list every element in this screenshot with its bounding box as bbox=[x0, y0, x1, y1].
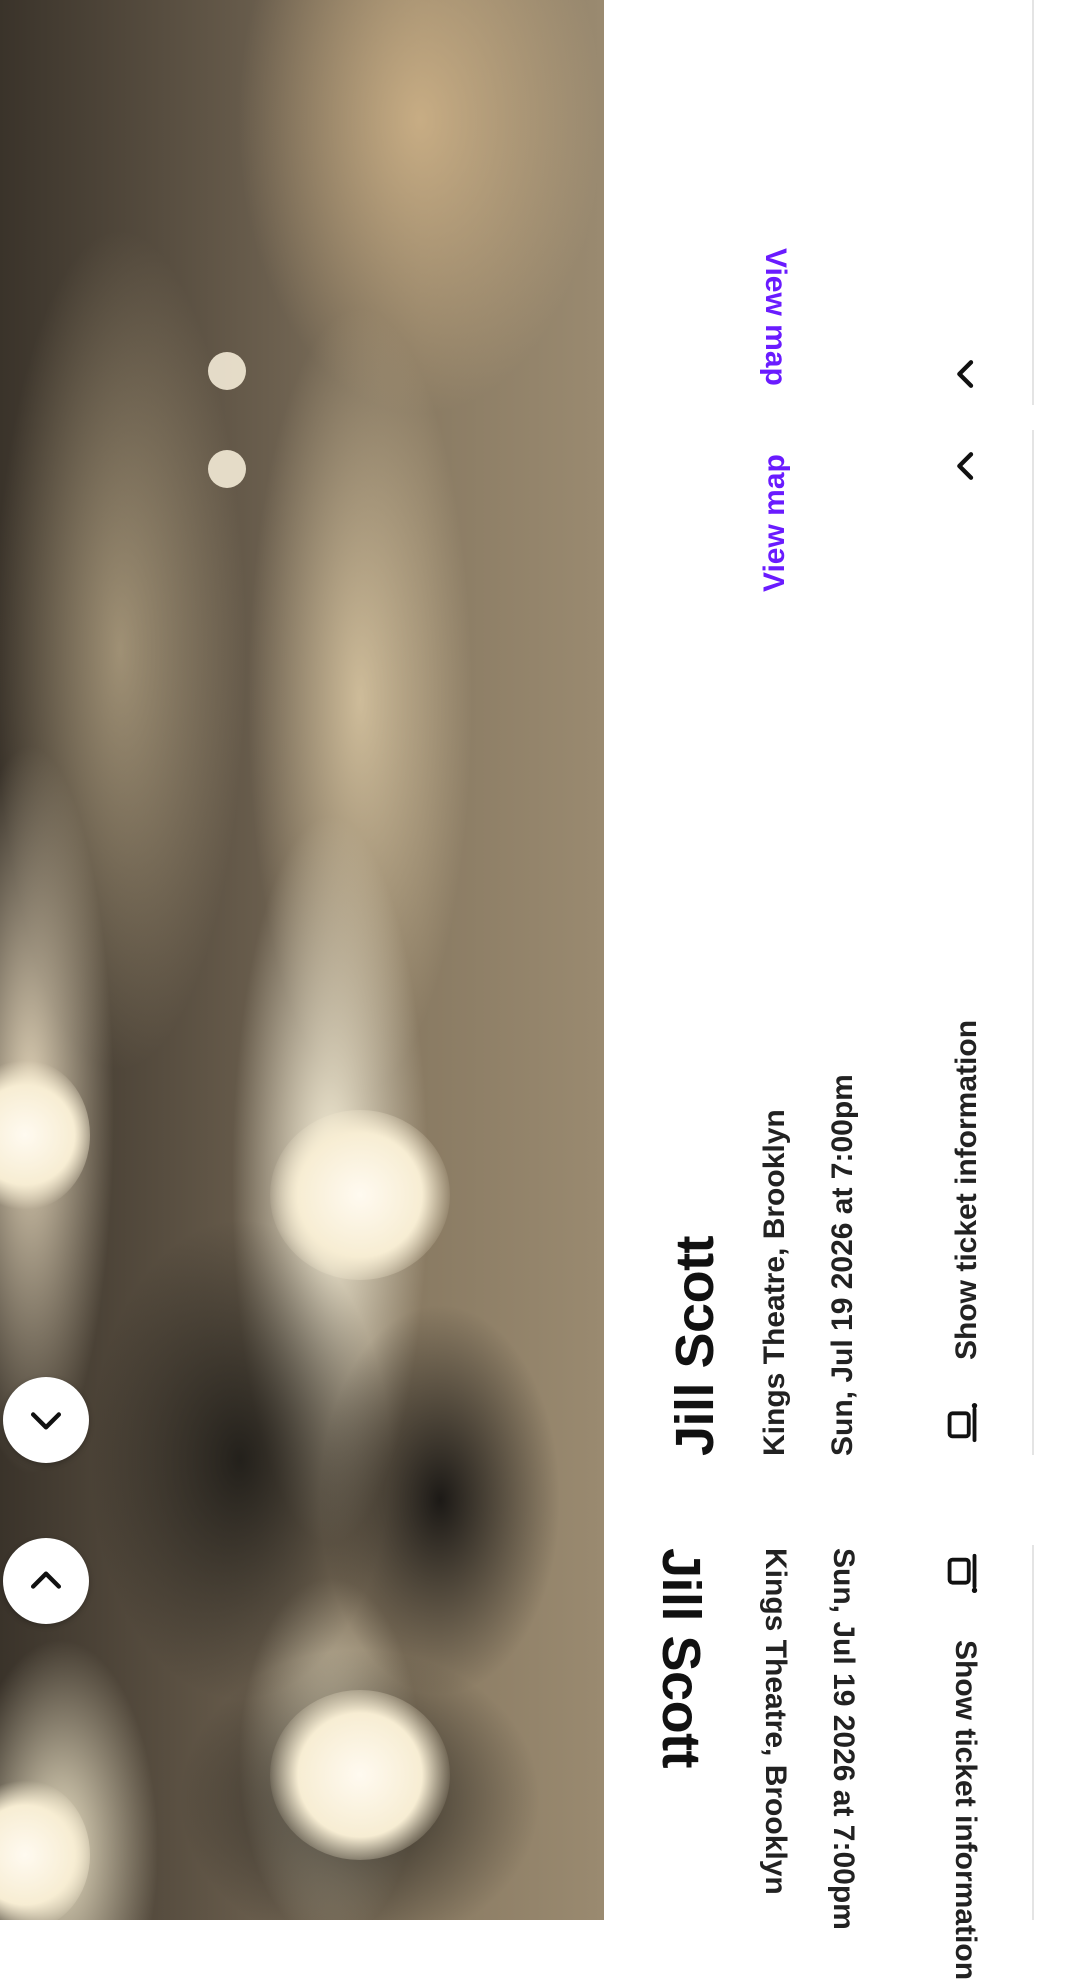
stage-light bbox=[0, 1780, 90, 1920]
chevron-up-icon bbox=[30, 1571, 62, 1589]
event-title: Jill Scott bbox=[665, 1235, 725, 1456]
chevron-down-icon bbox=[30, 1412, 62, 1430]
scroll-up-button[interactable] bbox=[3, 1538, 89, 1624]
view-map-link[interactable]: View map bbox=[758, 454, 792, 592]
ticket-icon bbox=[947, 1402, 978, 1443]
mirror-event-venue: Kings Theatre, Brooklyn bbox=[759, 1548, 792, 1895]
scroll-down-button[interactable] bbox=[3, 1377, 89, 1463]
mirror-show-ticket-info-button[interactable]: Show ticket information bbox=[948, 1640, 982, 1980]
event-photo bbox=[0, 0, 604, 1920]
light-dot bbox=[208, 450, 246, 488]
event-datetime: Sun, Jul 19 2026 at 7:00pm bbox=[826, 1074, 859, 1456]
stage-light bbox=[270, 1690, 450, 1860]
mirror-divider-bottom bbox=[1032, 1545, 1034, 1920]
chevron-left-icon[interactable] bbox=[946, 446, 986, 486]
mirror-event-datetime: Sun, Jul 19 2026 at 7:00pm bbox=[827, 1548, 860, 1930]
mirror-divider bbox=[1032, 0, 1034, 405]
mirror-ticket-icon bbox=[947, 1553, 978, 1594]
mirror-event-title: Jill Scott bbox=[651, 1548, 711, 1769]
light-dot bbox=[208, 352, 246, 390]
show-ticket-info-button[interactable]: Show ticket information bbox=[950, 1020, 984, 1360]
mirror-chevron-left-icon[interactable] bbox=[946, 354, 986, 394]
stage-light bbox=[0, 1060, 90, 1210]
stage-light bbox=[270, 1110, 450, 1280]
divider bbox=[1032, 430, 1034, 1455]
event-venue: Kings Theatre, Brooklyn bbox=[758, 1109, 791, 1456]
mirror-view-map-link[interactable]: View map bbox=[758, 248, 792, 386]
